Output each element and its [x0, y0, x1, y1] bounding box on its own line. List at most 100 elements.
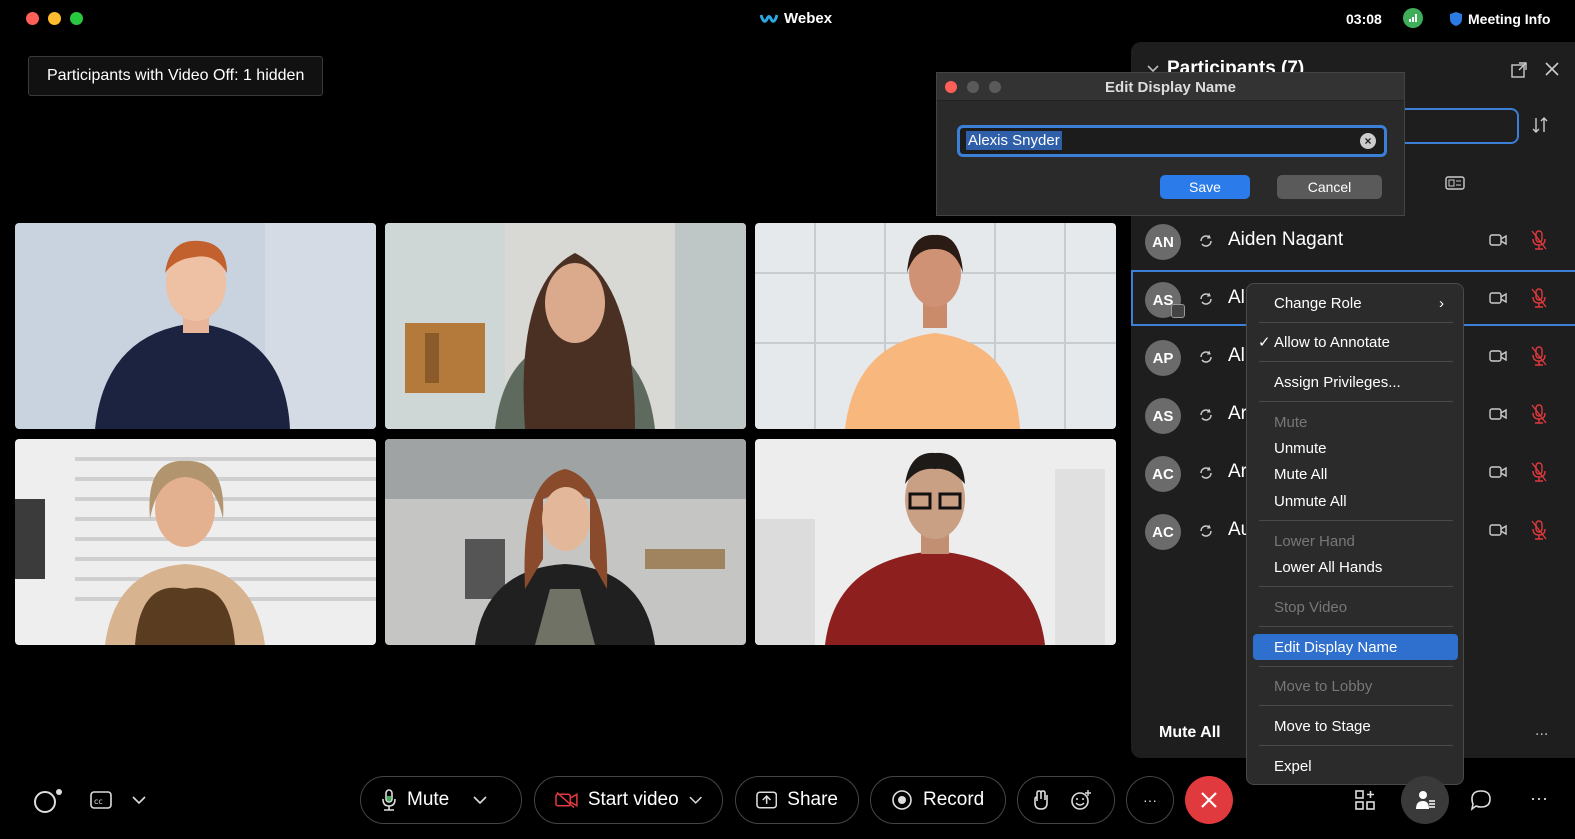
pop-out-icon[interactable] — [1511, 62, 1527, 78]
video-off-indicator[interactable]: Participants with Video Off: 1 hidden — [28, 56, 324, 96]
start-video-button[interactable]: Start video — [534, 776, 723, 824]
host-badge-icon — [1171, 304, 1185, 318]
menu-item-change-role[interactable]: Change Role › — [1253, 290, 1458, 316]
camera-icon[interactable] — [1489, 465, 1507, 479]
menu-item-lower-hand: Lower Hand — [1274, 532, 1355, 550]
end-call-button[interactable] — [1185, 776, 1233, 824]
meeting-timer: 03:08 — [1346, 11, 1382, 27]
panel-more-button[interactable]: ... — [1535, 722, 1548, 740]
more-icon[interactable]: ··· — [1530, 788, 1548, 809]
start-video-label: Start video — [587, 789, 679, 810]
participant-video — [15, 223, 376, 429]
close-icon[interactable] — [1545, 62, 1559, 76]
close-icon — [1201, 792, 1217, 808]
muted-mic-icon[interactable] — [1531, 230, 1547, 250]
avatar: AP — [1145, 340, 1181, 376]
title-bar: Webex 03:08 Meeting Info — [0, 0, 1575, 38]
minimize-window-button[interactable] — [48, 12, 61, 25]
menu-item-label: Allow to Annotate — [1274, 333, 1390, 351]
save-button[interactable]: Save — [1160, 175, 1250, 199]
muted-mic-icon[interactable] — [1531, 462, 1547, 482]
menu-item-lower-all-hands[interactable]: Lower All Hands — [1253, 554, 1458, 580]
video-tile[interactable] — [385, 439, 746, 645]
chevron-down-icon[interactable] — [473, 795, 487, 805]
menu-item-assign-privileges[interactable]: Assign Privileges... — [1253, 369, 1458, 395]
participant-name: Aiden Nagant — [1228, 229, 1344, 250]
menu-item-allow-annotate[interactable]: ✓ Allow to Annotate — [1253, 329, 1458, 355]
avatar: AS — [1145, 398, 1181, 434]
closed-captions-icon[interactable]: cc — [90, 791, 112, 809]
clear-input-icon[interactable]: × — [1360, 133, 1376, 149]
muted-mic-icon[interactable] — [1531, 346, 1547, 366]
record-icon — [892, 790, 912, 810]
app-name: Webex — [784, 10, 833, 27]
device-sync-icon — [1200, 524, 1212, 537]
mute-button[interactable]: Mute — [360, 776, 522, 824]
share-label: Share — [787, 789, 838, 810]
menu-item-unmute[interactable]: Unmute — [1253, 435, 1458, 461]
cancel-button[interactable]: Cancel — [1277, 175, 1382, 199]
more-options-button[interactable]: ··· — [1126, 776, 1174, 824]
device-sync-icon — [1200, 350, 1212, 363]
participant-name: Al — [1228, 287, 1245, 308]
menu-divider — [1259, 586, 1453, 587]
share-screen-icon — [756, 791, 778, 809]
video-tile[interactable] — [15, 223, 376, 429]
name-card-icon[interactable] — [1445, 176, 1465, 190]
menu-divider — [1259, 666, 1453, 667]
menu-divider — [1259, 745, 1453, 746]
mute-all-button[interactable]: Mute All — [1159, 724, 1221, 742]
video-tile[interactable] — [755, 439, 1116, 645]
checkmark-icon: ✓ — [1258, 334, 1271, 351]
microphone-icon — [382, 789, 396, 811]
dialog-title-bar: Edit Display Name — [937, 73, 1404, 101]
camera-icon[interactable] — [1489, 523, 1507, 537]
participant-name: Al — [1228, 345, 1245, 366]
menu-item-unmute-all[interactable]: Unmute All — [1253, 488, 1458, 514]
record-button[interactable]: Record — [870, 776, 1006, 824]
participant-video — [15, 439, 376, 645]
raise-hand-icon[interactable] — [1032, 789, 1050, 811]
device-sync-icon — [1200, 234, 1212, 247]
participant-video — [385, 223, 746, 429]
sort-icon[interactable] — [1531, 116, 1549, 134]
meeting-info-button[interactable]: Meeting Info — [1450, 11, 1550, 27]
network-signal-icon[interactable] — [1403, 8, 1423, 28]
camera-icon[interactable] — [1489, 291, 1507, 305]
menu-item-expel[interactable]: Expel — [1253, 753, 1458, 779]
muted-mic-icon[interactable] — [1531, 288, 1547, 308]
video-tile[interactable] — [385, 223, 746, 429]
muted-mic-icon[interactable] — [1531, 520, 1547, 540]
participants-toggle-button[interactable] — [1401, 776, 1449, 824]
close-window-button[interactable] — [26, 12, 39, 25]
device-sync-icon — [1200, 408, 1212, 421]
muted-mic-icon[interactable] — [1531, 404, 1547, 424]
camera-icon[interactable] — [1489, 233, 1507, 247]
edit-display-name-dialog: Edit Display Name Alexis Snyder × Save C… — [936, 72, 1405, 216]
participant-context-menu: Change Role › ✓ Allow to Annotate Assign… — [1246, 283, 1464, 785]
zoom-window-button[interactable] — [70, 12, 83, 25]
chevron-down-icon[interactable] — [132, 795, 146, 805]
menu-item-move-to-stage[interactable]: Move to Stage — [1253, 713, 1458, 739]
menu-divider — [1259, 626, 1453, 627]
layout-ring-icon[interactable] — [32, 788, 64, 814]
display-name-value[interactable]: Alexis Snyder — [966, 131, 1062, 150]
menu-divider — [1259, 322, 1453, 323]
camera-icon[interactable] — [1489, 349, 1507, 363]
participant-row[interactable]: AN Aiden Nagant — [1131, 212, 1575, 268]
apps-icon[interactable] — [1354, 789, 1376, 811]
video-tile[interactable] — [15, 439, 376, 645]
device-sync-icon — [1200, 292, 1212, 305]
menu-item-mute: Mute — [1274, 413, 1308, 431]
menu-item-stop-video: Stop Video — [1274, 598, 1348, 616]
menu-item-edit-display-name[interactable]: Edit Display Name — [1253, 634, 1458, 660]
chat-icon[interactable] — [1470, 789, 1492, 811]
video-tile[interactable] — [755, 223, 1116, 429]
chevron-down-icon[interactable] — [689, 795, 702, 805]
reaction-emoji-icon[interactable] — [1070, 789, 1092, 811]
menu-item-mute-all[interactable]: Mute All — [1253, 461, 1458, 487]
camera-icon[interactable] — [1489, 407, 1507, 421]
participant-name: Ar — [1228, 461, 1247, 482]
display-name-input[interactable]: Alexis Snyder × — [957, 125, 1387, 157]
share-button[interactable]: Share — [735, 776, 859, 824]
